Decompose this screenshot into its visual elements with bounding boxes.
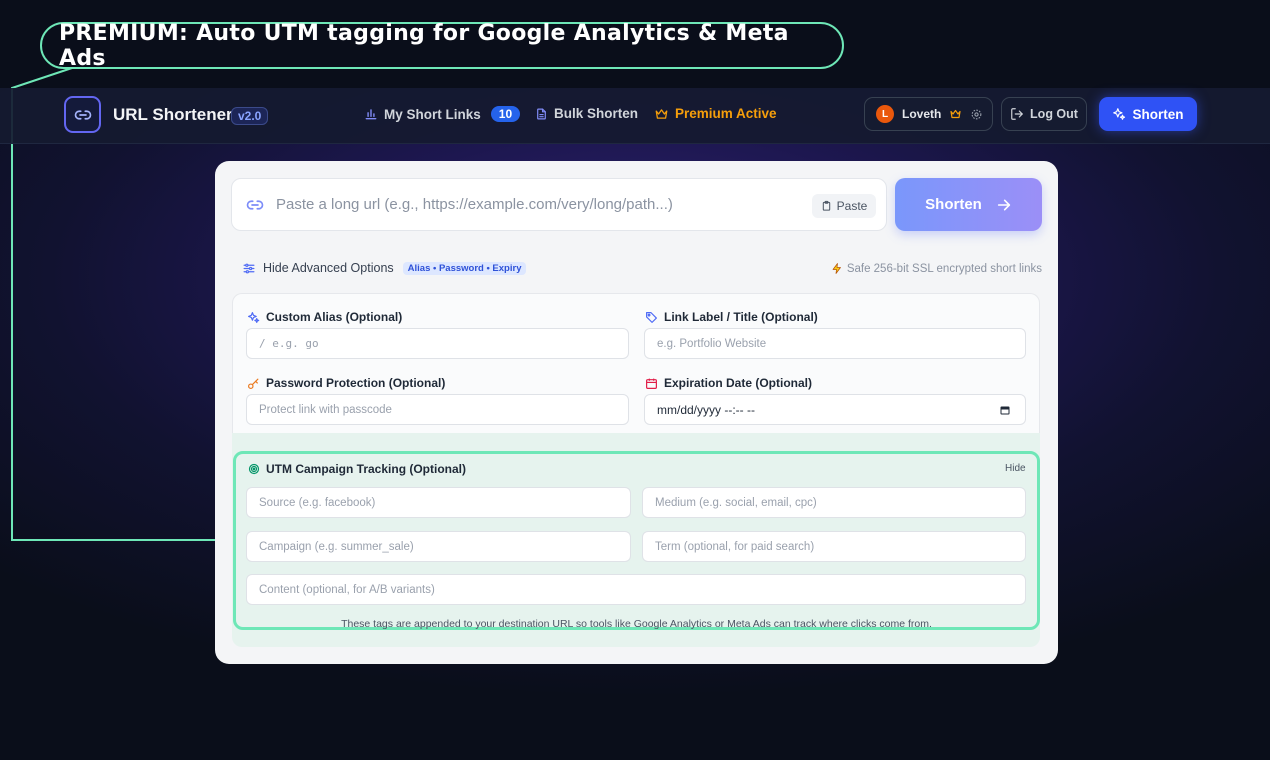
utm-note: These tags are appended to your destinat… xyxy=(341,618,932,630)
sparkles-icon xyxy=(1113,108,1126,120)
logout-label: Log Out xyxy=(1030,107,1078,121)
expiry-value: mm/dd/yyyy --:-- -- xyxy=(657,402,755,417)
utm-content-input[interactable]: Content (optional, for A/B variants) xyxy=(246,574,1026,605)
user-name: Loveth xyxy=(902,107,942,121)
paste-button[interactable]: Paste xyxy=(812,194,876,218)
gear-icon[interactable] xyxy=(970,108,983,121)
ssl-note: Safe 256-bit SSL encrypted short links xyxy=(831,262,1042,275)
nav-my-short-links[interactable]: My Short Links 10 xyxy=(364,106,521,122)
advanced-options-tag: Alias • Password • Expiry xyxy=(402,261,527,275)
utm-title: UTM Campaign Tracking (Optional) xyxy=(248,462,466,476)
callout-text: PREMIUM: Auto UTM tagging for Google Ana… xyxy=(59,20,789,71)
ssl-note-text: Safe 256-bit SSL encrypted short links xyxy=(846,262,1042,275)
password-input[interactable]: Protect link with passcode xyxy=(246,394,629,425)
utm-campaign-input[interactable]: Campaign (e.g. summer_sale) xyxy=(246,531,631,562)
document-icon xyxy=(537,108,546,119)
nav-premium-active[interactable]: Premium Active xyxy=(654,106,777,121)
app-header: URL Shortener v2.0 My Short Links 10 Bul… xyxy=(0,88,1270,144)
expiry-input[interactable]: mm/dd/yyyy --:-- -- xyxy=(644,394,1026,425)
nav-bulk-shorten-label: Bulk Shorten xyxy=(554,106,639,121)
user-menu[interactable]: L Loveth xyxy=(864,97,993,131)
arrow-right-icon xyxy=(997,199,1010,210)
advanced-options-toggle[interactable]: Hide Advanced Options Alias • Password •… xyxy=(242,261,527,275)
alias-label-text: Custom Alias (Optional) xyxy=(266,310,403,324)
password-label: Password Protection (Optional) xyxy=(247,376,445,390)
link-label-input[interactable]: e.g. Portfolio Website xyxy=(644,328,1026,359)
header-shorten-label: Shorten xyxy=(1132,106,1184,122)
nav-premium-label: Premium Active xyxy=(675,106,777,121)
logout-button[interactable]: Log Out xyxy=(1001,97,1087,131)
expiry-label: Expiration Date (Optional) xyxy=(645,376,812,390)
alias-input[interactable]: / e.g. go xyxy=(246,328,629,359)
clipboard-icon xyxy=(822,200,830,211)
crown-icon xyxy=(655,108,668,119)
alias-label: Custom Alias (Optional) xyxy=(247,310,402,324)
url-input[interactable] xyxy=(276,196,796,213)
avatar: L xyxy=(876,105,894,123)
header-shorten-button[interactable]: Shorten xyxy=(1099,97,1197,131)
shorten-label: Shorten xyxy=(925,196,982,213)
nav-bulk-shorten[interactable]: Bulk Shorten xyxy=(535,106,638,121)
utm-hide-button[interactable]: Hide xyxy=(1005,463,1026,474)
sliders-icon xyxy=(243,263,255,273)
link-label-text: Link Label / Title (Optional) xyxy=(664,310,818,324)
tag-icon xyxy=(646,311,657,323)
paste-label: Paste xyxy=(836,199,868,213)
utm-title-text: UTM Campaign Tracking (Optional) xyxy=(266,462,467,476)
app-title: URL Shortener xyxy=(113,105,233,124)
link-label-label: Link Label / Title (Optional) xyxy=(645,310,818,324)
lightning-icon xyxy=(832,263,841,274)
nav-my-short-links-label: My Short Links xyxy=(384,106,481,122)
shorten-button[interactable]: Shorten xyxy=(895,178,1042,231)
url-box: Paste xyxy=(231,178,887,231)
utm-source-input[interactable]: Source (e.g. facebook) xyxy=(246,487,631,518)
password-label-text: Password Protection (Optional) xyxy=(266,376,446,390)
key-icon xyxy=(248,378,259,389)
utm-medium-input[interactable]: Medium (e.g. social, email, cpc) xyxy=(642,487,1026,518)
logout-icon xyxy=(1011,108,1023,120)
calendar-icon[interactable] xyxy=(999,404,1011,416)
link-icon xyxy=(74,109,91,120)
crown-icon xyxy=(950,109,961,119)
utm-term-input[interactable]: Term (optional, for paid search) xyxy=(642,531,1026,562)
expiry-label-text: Expiration Date (Optional) xyxy=(664,376,813,390)
advanced-options-label: Hide Advanced Options xyxy=(263,261,394,275)
target-icon xyxy=(248,463,260,475)
sparkles-icon xyxy=(248,311,260,323)
logo[interactable] xyxy=(64,96,101,133)
premium-callout: PREMIUM: Auto UTM tagging for Google Ana… xyxy=(40,20,844,71)
bar-chart-icon xyxy=(365,109,377,120)
links-count-badge: 10 xyxy=(490,106,521,122)
calendar-icon xyxy=(646,378,657,389)
link-icon xyxy=(246,199,264,210)
version-badge: v2.0 xyxy=(231,107,269,125)
